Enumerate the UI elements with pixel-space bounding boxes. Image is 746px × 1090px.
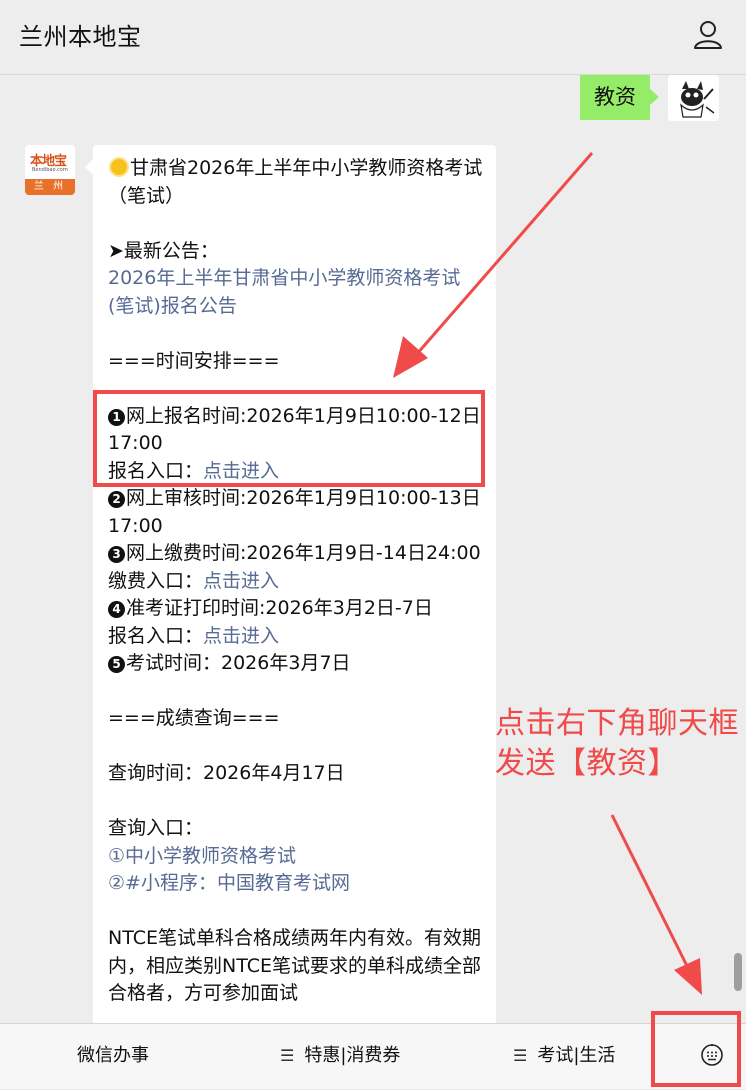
schedule-item-2: 2 网上审核时间:2026年1月9日10:00-13日17:00 xyxy=(108,487,481,537)
menu-item-exam-life[interactable]: ☰ 考试|生活 xyxy=(513,1024,615,1090)
message-content: 甘肃省2026年上半年中小学教师资格考试（笔试） ➤最新公告： 2026年上半年… xyxy=(108,155,486,1008)
avatar-city: 兰 州 xyxy=(25,179,75,195)
avatar-cartoon-icon xyxy=(680,81,715,118)
menu-item-wechat-services[interactable]: 微信办事 xyxy=(77,1024,149,1090)
number-3-icon: 3 xyxy=(108,546,125,563)
scrollbar-thumb[interactable] xyxy=(734,953,742,991)
query-time: 查询时间：2026年4月17日 xyxy=(108,762,345,784)
annotation-text: 点击右下角聊天框 发送【教资】 xyxy=(495,706,739,781)
menu-icon: ☰ xyxy=(280,1046,295,1065)
avatar-site: Bendibao.com xyxy=(32,167,68,173)
query-link-mini-program[interactable]: ②#小程序：中国教育考试网 xyxy=(108,870,486,898)
keyboard-icon[interactable] xyxy=(700,1043,724,1067)
message-title-line: 甘肃省2026年上半年中小学教师资格考试（笔试） xyxy=(108,155,486,210)
chat-title: 兰州本地宝 xyxy=(19,23,142,51)
number-2-icon: 2 xyxy=(108,491,125,508)
avatar-logo: 本地宝 Bendibao.com xyxy=(25,145,75,179)
highlight-box xyxy=(93,390,485,487)
schedule-item-4: 4 准考证打印时间:2026年3月2日-7日 xyxy=(108,595,486,623)
number-5-icon: 5 xyxy=(108,656,125,673)
user-avatar[interactable] xyxy=(668,75,719,121)
admission-ticket-entry-link[interactable]: 点击进入 xyxy=(203,625,279,647)
admission-ticket-entry: 报名入口：点击进入 xyxy=(108,624,280,647)
message-title: 甘肃省2026年上半年中小学教师资格考试（笔试） xyxy=(108,157,483,207)
user-icon[interactable] xyxy=(690,17,726,53)
sun-icon xyxy=(111,159,127,175)
schedule-item-3: 3 网上缴费时间:2026年1月9日-14日24:00 xyxy=(108,540,486,568)
bendibao-avatar[interactable]: 本地宝 Bendibao.com 兰 州 xyxy=(25,145,75,195)
query-link-teacher-exam[interactable]: ①中小学教师资格考试 xyxy=(108,843,486,871)
latest-label: ➤最新公告： xyxy=(108,239,219,262)
validity-note: NTCE笔试单科合格成绩两年内有效。有效期内，相应类别NTCE笔试要求的单科成绩… xyxy=(108,927,481,1004)
score-heading: ===成绩查询=== xyxy=(108,707,280,729)
latest-announcement-link[interactable]: 2026年上半年甘肃省中小学教师资格考试(笔试)报名公告 xyxy=(108,265,486,320)
bottom-menu-bar: 微信办事 ☰ 特惠|消费券 ☰ 考试|生活 xyxy=(0,1023,746,1089)
schedule-heading: ===时间安排=== xyxy=(108,349,280,372)
keyboard-highlight-box xyxy=(651,1011,741,1087)
payment-entry: 缴费入口：点击进入 xyxy=(108,569,280,592)
payment-entry-link[interactable]: 点击进入 xyxy=(203,570,279,592)
query-entry-label: 查询入口： xyxy=(108,817,204,839)
outgoing-message-bubble[interactable]: 教资 xyxy=(580,75,659,120)
number-4-icon: 4 xyxy=(108,601,125,618)
menu-icon: ☰ xyxy=(513,1046,528,1065)
menu-item-discounts[interactable]: ☰ 特惠|消费券 xyxy=(280,1024,400,1090)
chat-header: 兰州本地宝 xyxy=(0,0,746,75)
schedule-item-5: 5 考试时间：2026年3月7日 xyxy=(108,650,486,678)
